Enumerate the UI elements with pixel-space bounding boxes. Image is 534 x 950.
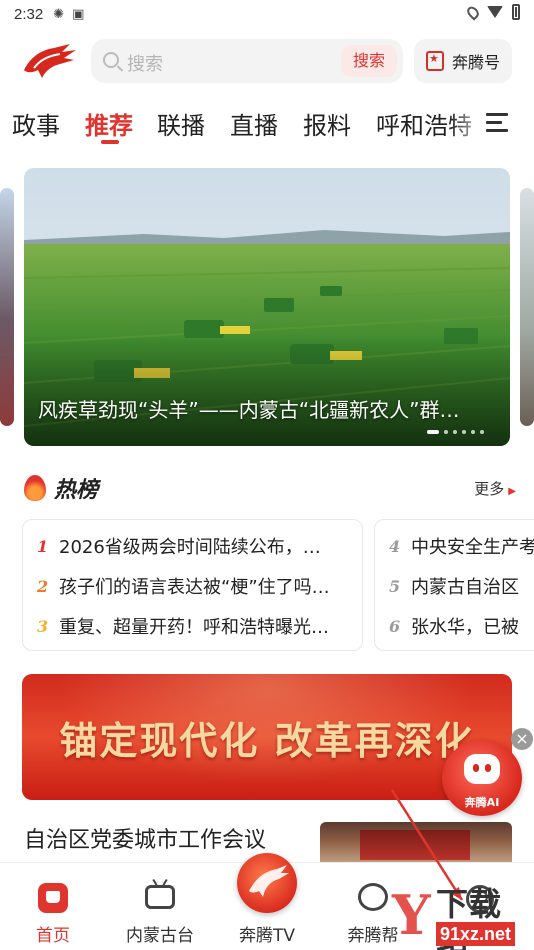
benteng-logo-icon[interactable] [20,40,78,82]
hot-rank: 1 [37,536,49,556]
benteng-account-label: 奔腾号 [452,53,501,72]
tv-icon [145,885,175,909]
hot-list-card: 4 中央安全生产考 5 内蒙古自治区 6 张水华，已被 [374,519,534,651]
tab-live[interactable]: 直播 [230,106,278,141]
hot-item-text: 张水华，已被 [411,617,519,638]
hot-list-card: 1 2026省级两会时间陆续公布，… 2 孩子们的语言表达被“梗”住了吗… 3 … [22,519,363,651]
ai-assistant-button[interactable]: 奔腾AI [442,740,522,816]
hot-list-item[interactable]: 4 中央安全生产考 [389,532,534,560]
banner-caption: 风疾草劲现“头羊”——内蒙古“北疆新农人”群… [38,398,460,422]
active-tab-indicator [101,140,119,144]
hot-list-item[interactable]: 5 内蒙古自治区 [389,572,534,600]
carousel-dot [462,430,466,434]
carousel-dots [427,430,484,434]
more-link[interactable]: 更多 ▶ [474,478,516,499]
hot-list-item[interactable]: 2 孩子们的语言表达被“梗”住了吗… [37,572,351,600]
status-bar: 2:32 ✺ ▣ [0,0,534,28]
status-time: 2:32 [14,5,44,23]
watermark: Y 下载站 91xz.net [392,883,532,950]
nav-home[interactable]: 首页 [8,863,98,950]
search-icon [103,52,119,68]
watermark-sub: 91xz.net [436,922,516,946]
previous-slide-peek[interactable] [0,188,14,426]
banner-slide[interactable]: 风疾草劲现“头羊”——内蒙古“北疆新农人”群… [24,168,510,446]
promo-text: 锚定现代化 改革再深化 [59,718,475,763]
nav-nmg-tv[interactable]: 内蒙古台 [115,863,205,950]
chat-icon [358,883,388,911]
battery-icon [512,4,520,20]
carousel-dot [471,430,475,434]
app-icon: ▣ [72,6,85,22]
tab-fade [450,100,490,150]
app-header: 搜索 搜索 奔腾号 [0,36,534,88]
nav-label: 首页 [36,926,70,946]
hot-rank: 3 [37,616,49,636]
next-slide-peek[interactable] [520,188,534,426]
location-icon [464,3,482,21]
hot-list-item[interactable]: 1 2026省级两会时间陆续公布，… [37,532,351,560]
status-icons [464,3,520,21]
hot-rank: 4 [389,536,401,556]
bookmark-star-icon [426,51,444,71]
hot-list-item[interactable]: 6 张水华，已被 [389,612,534,640]
hot-item-text: 2026省级两会时间陆续公布，… [59,537,321,558]
hot-rank: 2 [37,576,49,596]
hot-list-item[interactable]: 3 重复、超量开药！呼和浩特曝光… [37,612,351,640]
benteng-account-button[interactable]: 奔腾号 [414,39,512,83]
hot-list-header: 热榜 更多 ▶ [0,470,534,506]
promo-banner[interactable]: 锚定现代化 改革再深化 [22,674,512,800]
tab-report[interactable]: 报料 [303,106,351,141]
wifi-icon [487,6,503,18]
carousel-dot [427,430,439,434]
search-input[interactable]: 搜索 [127,50,163,76]
hot-item-text: 孩子们的语言表达被“梗”住了吗… [59,577,330,598]
nav-label: 奔腾TV [238,926,295,946]
news-thumbnail[interactable] [320,822,512,866]
arrow-right-icon: ▶ [508,486,516,497]
channel-tabs: 政事 推荐 联播 直播 报料 呼和浩特 [0,100,534,150]
carousel-dot [444,430,448,434]
close-icon[interactable]: × [511,728,533,750]
banner-carousel[interactable]: 风疾草劲现“头羊”——内蒙古“北疆新农人”群… [0,168,534,446]
thumbnail-stage [360,830,470,860]
hot-item-text: 中央安全生产考 [411,537,534,558]
home-icon [38,883,68,913]
robot-icon [464,754,500,784]
news-title[interactable]: 自治区党委城市工作会议 [24,822,266,854]
gear-icon: ✺ [53,6,65,22]
hot-list-title: 热榜 [54,478,99,503]
watermark-logo-icon: Y [392,883,431,947]
menu-icon[interactable] [486,113,508,133]
benteng-logo-icon[interactable] [237,853,297,913]
tab-politics[interactable]: 政事 [12,106,60,141]
nav-label: 内蒙古台 [126,926,194,946]
carousel-dot [453,430,457,434]
ai-assistant-label: 奔腾AI [464,796,500,809]
fire-icon [24,475,46,501]
hot-rank: 6 [389,616,401,636]
tab-recommend[interactable]: 推荐 [85,106,133,141]
search-box[interactable]: 搜索 搜索 [91,39,403,83]
search-button[interactable]: 搜索 [341,45,397,77]
tab-broadcast[interactable]: 联播 [157,106,205,141]
hot-rank: 5 [389,576,401,596]
hot-item-text: 内蒙古自治区 [411,577,519,598]
hot-item-text: 重复、超量开药！呼和浩特曝光… [59,617,329,638]
carousel-dot [480,430,484,434]
more-label: 更多 [474,480,505,498]
